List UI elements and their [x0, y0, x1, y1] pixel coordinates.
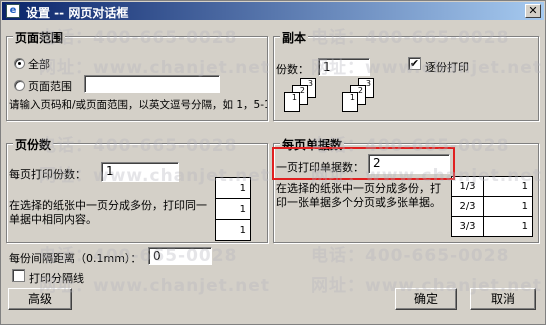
collate-label[interactable]: 逐份打印 — [425, 59, 469, 75]
preview-fraction: 1/3 — [451, 176, 484, 197]
copies-count-input[interactable]: 1 — [318, 58, 370, 76]
copies-group: 副本 份数： 1 ✔ 逐份打印 3 2 1 3 2 1 — [273, 29, 539, 121]
ok-button[interactable]: 确定 — [395, 288, 457, 310]
preview-cell: 1 — [483, 196, 533, 217]
advanced-button[interactable]: 高级 — [8, 288, 72, 310]
page-range-hint: 请输入页码和/或页面范围，以英文逗号分隔，如 1，5-12 — [9, 99, 267, 111]
copies-per-page-label: 每页打印份数： — [9, 168, 86, 181]
page-range-group: 页面范围 全部 页面范围 请输入页码和/或页面范围，以英文逗号分隔，如 1，5-… — [6, 29, 268, 121]
page-range-title: 页面范围 — [13, 29, 66, 46]
copies-per-page-description: 在选择的纸张中一页分成多份，打印同一单据中相同内容。 — [9, 199, 207, 226]
preview-cell: 1 — [215, 177, 251, 199]
page-range-radio[interactable] — [14, 80, 25, 91]
forms-per-page-description: 在选择的纸张中一页分成多份，打印一张单据多个分页或多张单据。 — [276, 182, 441, 209]
preview-fraction: 3/3 — [451, 216, 484, 237]
dialog-window: e 设置 -- 网页对话框 ✕ 页面范围 全部 页面范围 请输入页码和/或页面范… — [0, 0, 546, 325]
copies-per-page-input[interactable]: 1 — [101, 162, 179, 182]
preview-fraction: 2/3 — [451, 196, 484, 217]
title-bar[interactable]: e 设置 -- 网页对话框 ✕ — [2, 2, 544, 20]
copies-count-label: 份数： — [276, 63, 309, 76]
forms-per-page-preview: 1/3 1 2/3 1 3/3 1 — [451, 176, 533, 237]
copies-title: 副本 — [280, 29, 309, 46]
copies-per-page-preview: 1 1 1 — [215, 177, 251, 241]
copies-per-page-title: 页份数 — [13, 136, 54, 153]
separator-label[interactable]: 打印分隔线 — [29, 270, 84, 286]
watermark-phone: 电话：400-665-0028 — [311, 246, 510, 266]
close-button[interactable]: ✕ — [525, 4, 541, 18]
copies-per-page-group: 页份数 每页打印份数： 1 在选择的纸张中一页分成多份，打印同一单据中相同内容。… — [6, 136, 268, 243]
window-title: 设置 -- 网页对话框 — [26, 6, 129, 20]
preview-cell: 1 — [483, 216, 533, 237]
ie-icon: e — [6, 4, 20, 18]
page-range-input[interactable] — [84, 75, 220, 93]
preview-cell: 1 — [215, 219, 251, 241]
page-range-label[interactable]: 页面范围 — [28, 78, 72, 94]
collate-checkbox[interactable]: ✔ — [408, 57, 421, 70]
highlight-box — [272, 147, 455, 180]
all-pages-radio[interactable] — [14, 58, 25, 69]
spacing-input[interactable]: 0 — [148, 247, 212, 265]
collate-preview-doc: 1 — [284, 92, 300, 112]
spacing-label: 每份间隔距离（0.1mm）： — [9, 252, 142, 265]
cancel-button[interactable]: 取消 — [470, 288, 536, 310]
all-pages-label[interactable]: 全部 — [28, 56, 50, 72]
preview-cell: 1 — [215, 198, 251, 220]
preview-cell: 1 — [483, 176, 533, 197]
separator-checkbox[interactable] — [12, 269, 25, 282]
collate-preview-doc: 1 — [342, 92, 358, 112]
